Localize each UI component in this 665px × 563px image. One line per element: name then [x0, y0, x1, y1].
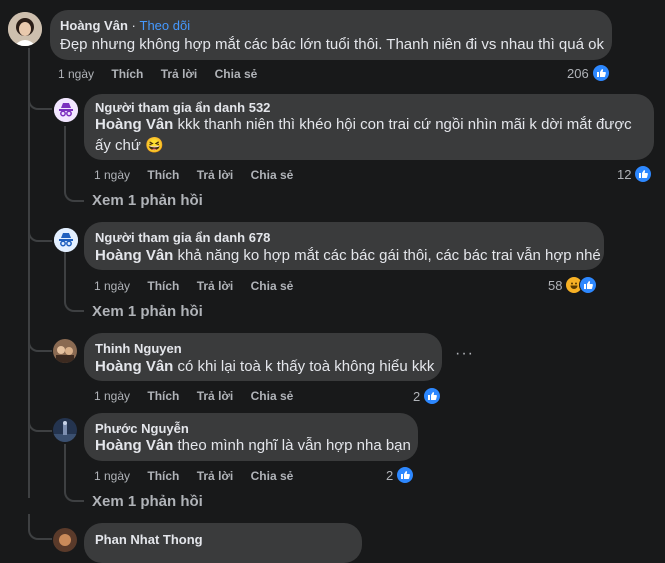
anonymous-icon [54, 228, 78, 252]
more-options-icon[interactable]: ··· [455, 345, 474, 363]
anonymous-icon [54, 98, 78, 122]
thread-branch [28, 212, 52, 242]
share-button[interactable]: Chia sẻ [251, 389, 294, 403]
avatar[interactable] [8, 12, 42, 46]
reaction-summary[interactable]: 2 [413, 387, 442, 405]
share-button[interactable]: Chia sẻ [251, 168, 294, 182]
reply-button[interactable]: Trả lời [197, 168, 234, 182]
author-name[interactable]: Thinh Nguyen [95, 341, 182, 356]
separator-dot: · [131, 18, 136, 33]
sub-thread-branch [64, 290, 84, 312]
avatar[interactable] [53, 528, 77, 552]
comment-text-part: ấy chứ [95, 137, 141, 154]
thread-branch [28, 404, 52, 432]
reaction-summary[interactable]: 58 [548, 276, 598, 294]
reaction-summary[interactable]: 12 [617, 165, 653, 183]
author-name[interactable]: Phan Nhat Thong [95, 532, 203, 547]
reaction-count: 206 [567, 65, 589, 81]
thread-branch [28, 514, 52, 540]
comment-text-part: khả năng ko hợp mắt các bác gái thôi, cá… [173, 247, 601, 264]
sub-thread-branch [64, 480, 84, 502]
like-reaction-icon [396, 466, 415, 484]
author-name[interactable]: Hoàng Vân [60, 18, 128, 33]
sub-thread-branch [64, 180, 84, 202]
comment-author-line: Hoàng Vân · Theo dõi [60, 18, 190, 33]
laughing-emoji: 😆 [145, 137, 164, 154]
reply-button[interactable]: Trả lời [197, 279, 234, 293]
thread-branch [28, 80, 52, 110]
comment-text-part: theo mình nghĩ là vẫn hợp nha bạn [173, 437, 411, 454]
reaction-count: 2 [413, 388, 421, 404]
like-button[interactable]: Thích [147, 469, 179, 483]
view-replies-link[interactable]: Xem 1 phản hồi [92, 493, 203, 510]
comment-actions: 1 ngày Thích Trả lời Chia sẻ [58, 67, 271, 81]
reaction-summary[interactable]: 206 [567, 64, 610, 82]
comment-actions: 1 ngày Thích Trả lời Chia sẻ [94, 469, 307, 483]
sub-thread-line [64, 444, 66, 480]
comment-actions: 1 ngày Thích Trả lời Chia sẻ [94, 279, 307, 293]
share-button[interactable]: Chia sẻ [251, 469, 294, 483]
mention-link[interactable]: Hoàng Vân [95, 116, 173, 133]
like-reaction-icon [634, 165, 653, 183]
comment-text: Đẹp nhưng không hợp mắt các bác lớn tuổi… [60, 36, 604, 53]
like-reaction-icon [423, 387, 442, 405]
reply-button[interactable]: Trả lời [197, 469, 234, 483]
timestamp[interactable]: 1 ngày [58, 67, 94, 81]
comment-actions: 1 ngày Thích Trả lời Chia sẻ [94, 389, 307, 403]
author-name[interactable]: Phước Nguyễn [95, 421, 189, 436]
like-button[interactable]: Thích [147, 389, 179, 403]
timestamp[interactable]: 1 ngày [94, 469, 130, 483]
reaction-count: 12 [617, 166, 632, 182]
comment-text: Hoàng Vân khả năng ko hợp mắt các bác gá… [95, 245, 601, 266]
share-button[interactable]: Chia sẻ [251, 279, 294, 293]
view-replies-link[interactable]: Xem 1 phản hồi [92, 192, 203, 209]
thread-line [28, 48, 30, 498]
timestamp[interactable]: 1 ngày [94, 168, 130, 182]
author-name[interactable]: Người tham gia ẩn danh 532 [95, 100, 270, 115]
comment-text: Hoàng Vân có khi lại toà k thấy toà khôn… [95, 356, 434, 377]
comment-text-part: kkk thanh niên thì khéo hội con trai cứ … [173, 116, 632, 133]
mention-link[interactable]: Hoàng Vân [95, 358, 173, 375]
avatar[interactable] [53, 339, 77, 363]
comment-text-part: có khi lại toà k thấy toà không hiểu kkk [173, 358, 435, 375]
like-reaction-icon [591, 64, 610, 82]
sub-thread-line [64, 252, 66, 290]
comment-actions: 1 ngày Thích Trả lời Chia sẻ [94, 168, 307, 182]
view-replies-link[interactable]: Xem 1 phản hồi [92, 303, 203, 320]
like-button[interactable]: Thích [147, 279, 179, 293]
like-reaction-icon [579, 276, 598, 294]
mention-link[interactable]: Hoàng Vân [95, 247, 173, 264]
thread-branch [28, 322, 52, 352]
like-button[interactable]: Thích [111, 67, 143, 81]
reaction-count: 2 [386, 467, 394, 483]
reaction-summary[interactable]: 2 [386, 466, 415, 484]
anonymous-avatar [54, 98, 78, 122]
follow-link[interactable]: Theo dõi [140, 18, 191, 33]
share-button[interactable]: Chia sẻ [215, 67, 258, 81]
comment-text-line: ấy chứ 😆 [95, 135, 164, 156]
reply-button[interactable]: Trả lời [161, 67, 198, 81]
timestamp[interactable]: 1 ngày [94, 389, 130, 403]
comment-text: Hoàng Vân kkk thanh niên thì khéo hội co… [95, 114, 650, 135]
reply-button[interactable]: Trả lời [197, 389, 234, 403]
like-button[interactable]: Thích [147, 168, 179, 182]
anonymous-avatar [54, 228, 78, 252]
comment-text: Hoàng Vân theo mình nghĩ là vẫn hợp nha … [95, 435, 411, 456]
timestamp[interactable]: 1 ngày [94, 279, 130, 293]
mention-link[interactable]: Hoàng Vân [95, 437, 173, 454]
reaction-count: 58 [548, 277, 563, 293]
author-name[interactable]: Người tham gia ẩn danh 678 [95, 230, 270, 245]
avatar[interactable] [53, 418, 77, 442]
sub-thread-line [64, 126, 66, 180]
